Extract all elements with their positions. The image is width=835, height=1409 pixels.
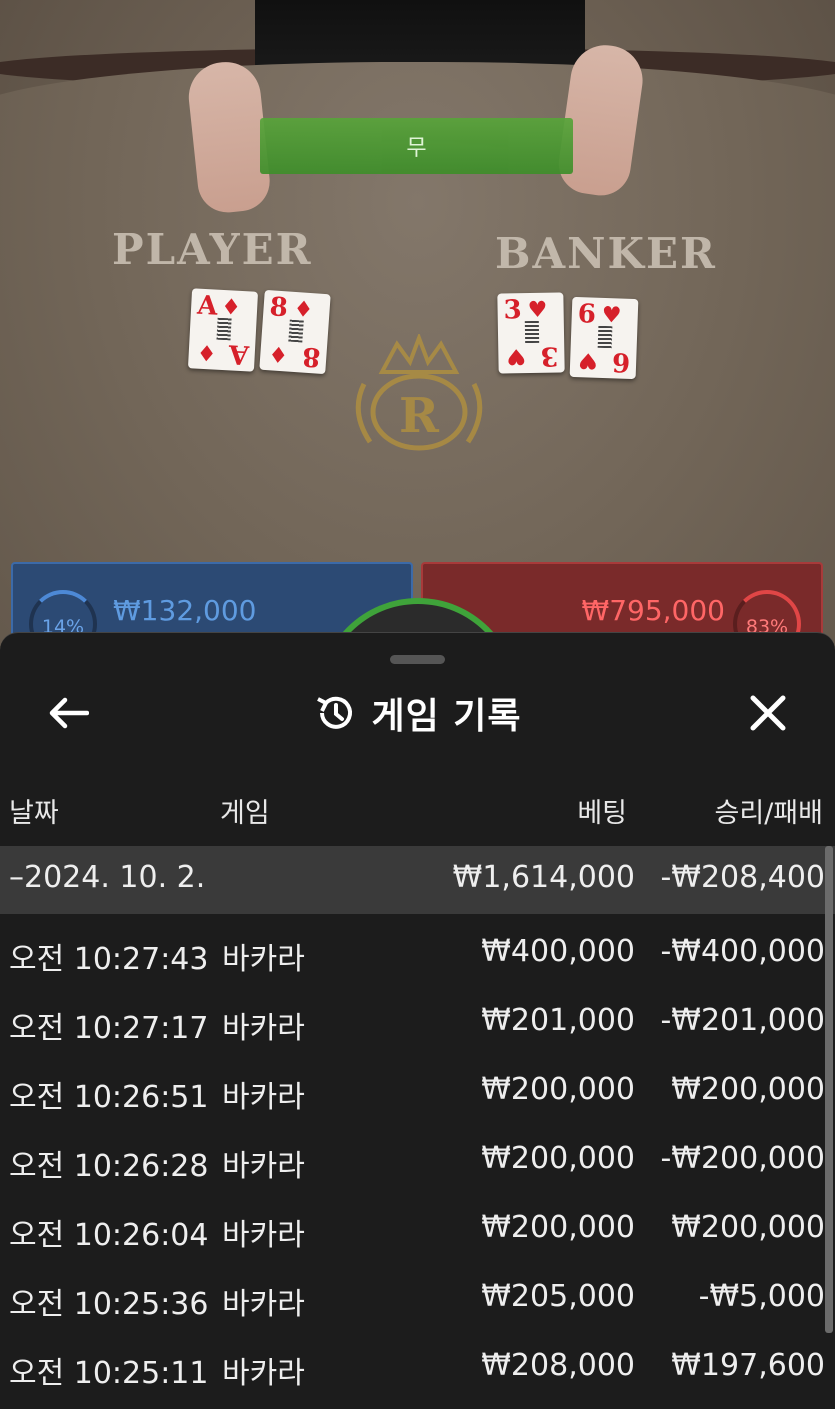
scrollbar[interactable] — [825, 846, 833, 1333]
row-bet: ₩200,000 — [481, 1210, 635, 1245]
history-list: 오전 10:27:43 바카라 ₩400,000 -₩400,000 오전 10… — [0, 918, 835, 1401]
row-result: ₩197,600 — [671, 1348, 825, 1383]
row-result: -₩5,000 — [698, 1279, 825, 1314]
player-card-2: 8 ♦ 8 ♦ — [259, 289, 331, 375]
banker-card-1: 3 ♥ 3 ♥ — [497, 292, 565, 374]
card-rank: A — [196, 290, 219, 322]
date-group-row[interactable]: –2024. 10. 2. ₩1,614,000 -₩208,400 — [0, 846, 835, 914]
card-suit: ♦ — [196, 338, 218, 366]
live-video-area: 무 PLAYER BANKER A ♦ A ♦ 8 ♦ 8 ♦ 3 ♥ 3 ♥ … — [0, 0, 835, 700]
row-result: -₩400,000 — [660, 934, 825, 969]
close-button[interactable] — [740, 685, 796, 741]
sheet-title: 게임 기록 — [371, 696, 522, 737]
history-row[interactable]: 오전 10:26:28 바카라 ₩200,000 -₩200,000 — [0, 1125, 835, 1194]
game-history-sheet: 게임 기록 날짜 게임 베팅 승리/패배 –2024. 10. 2. ₩1,61… — [0, 632, 835, 1409]
group-total-bet: ₩1,614,000 — [452, 860, 635, 895]
card-suit: ♥ — [601, 301, 622, 329]
row-game: 바카라 — [222, 1011, 305, 1046]
card-barcode — [216, 317, 232, 341]
row-time: 오전 10:25:36 — [9, 1287, 209, 1322]
player-pool-amount: ₩132,000 — [113, 594, 257, 627]
row-time: 오전 10:26:28 — [9, 1149, 209, 1184]
history-row[interactable]: 오전 10:25:36 바카라 ₩205,000 -₩5,000 — [0, 1263, 835, 1332]
column-header-game[interactable]: 게임 — [220, 791, 270, 830]
card-rank: 8 — [301, 340, 322, 372]
round-result-banner: 무 — [260, 118, 573, 174]
banker-side-label: BANKER — [495, 229, 717, 278]
card-rank: 8 — [268, 292, 289, 324]
history-row[interactable]: 오전 10:25:11 바카라 ₩208,000 ₩197,600 — [0, 1332, 835, 1401]
card-rank: 3 — [540, 340, 559, 371]
row-time: 오전 10:27:17 — [9, 1011, 209, 1046]
history-icon — [317, 696, 353, 729]
row-bet: ₩205,000 — [481, 1279, 635, 1314]
row-bet: ₩201,000 — [481, 1003, 635, 1038]
card-suit: ♦ — [267, 340, 290, 368]
card-barcode — [288, 319, 304, 343]
row-result: ₩200,000 — [671, 1210, 825, 1245]
history-row[interactable]: 오전 10:26:51 바카라 ₩200,000 ₩200,000 — [0, 1056, 835, 1125]
row-game: 바카라 — [222, 1080, 305, 1115]
row-result: -₩200,000 — [660, 1141, 825, 1176]
row-time: 오전 10:25:11 — [9, 1356, 209, 1391]
history-row[interactable]: 오전 10:26:04 바카라 ₩200,000 ₩200,000 — [0, 1194, 835, 1263]
row-game: 바카라 — [222, 1356, 305, 1391]
row-time: 오전 10:26:51 — [9, 1080, 209, 1115]
row-bet: ₩208,000 — [481, 1348, 635, 1383]
row-result: ₩200,000 — [671, 1072, 825, 1107]
column-header-date[interactable]: 날짜 — [9, 791, 59, 830]
card-suit: ♦ — [220, 293, 242, 321]
card-barcode — [524, 320, 540, 344]
banker-pool-amount: ₩795,000 — [581, 594, 725, 627]
row-game: 바카라 — [222, 1149, 305, 1184]
sheet-header: 게임 기록 — [0, 685, 835, 741]
row-bet: ₩400,000 — [481, 934, 635, 969]
row-result: -₩201,000 — [660, 1003, 825, 1038]
card-barcode — [597, 325, 613, 349]
banker-card-2: 6 ♥ 6 ♥ — [569, 296, 639, 380]
logo-letter: R — [399, 388, 440, 444]
card-suit: ♥ — [527, 296, 548, 324]
card-rank: 3 — [503, 295, 522, 326]
history-row[interactable]: 오전 10:27:17 바카라 ₩201,000 -₩201,000 — [0, 987, 835, 1056]
row-bet: ₩200,000 — [481, 1072, 635, 1107]
row-bet: ₩200,000 — [481, 1141, 635, 1176]
table-crest-logo: R — [342, 332, 497, 456]
group-total-result: -₩208,400 — [660, 860, 825, 895]
card-rank: A — [227, 338, 250, 370]
column-header-bet[interactable]: 베팅 — [577, 791, 627, 830]
row-game: 바카라 — [222, 942, 305, 977]
close-icon — [750, 695, 786, 731]
group-date: –2024. 10. 2. — [9, 860, 206, 895]
row-game: 바카라 — [222, 1287, 305, 1322]
back-button[interactable] — [40, 685, 96, 741]
player-card-1: A ♦ A ♦ — [187, 288, 259, 372]
row-game: 바카라 — [222, 1218, 305, 1253]
card-rank: 6 — [611, 346, 631, 377]
player-side-label: PLAYER — [112, 225, 313, 274]
row-time: 오전 10:27:43 — [9, 942, 209, 977]
card-suit: ♥ — [577, 347, 599, 374]
sheet-drag-handle[interactable] — [390, 655, 445, 664]
column-header-result[interactable]: 승리/패배 — [715, 791, 823, 830]
card-rank: 6 — [577, 299, 597, 330]
row-time: 오전 10:26:04 — [9, 1218, 209, 1253]
arrow-left-icon — [49, 697, 89, 729]
card-suit: ♥ — [506, 343, 527, 370]
history-row[interactable]: 오전 10:27:43 바카라 ₩400,000 -₩400,000 — [0, 918, 835, 987]
